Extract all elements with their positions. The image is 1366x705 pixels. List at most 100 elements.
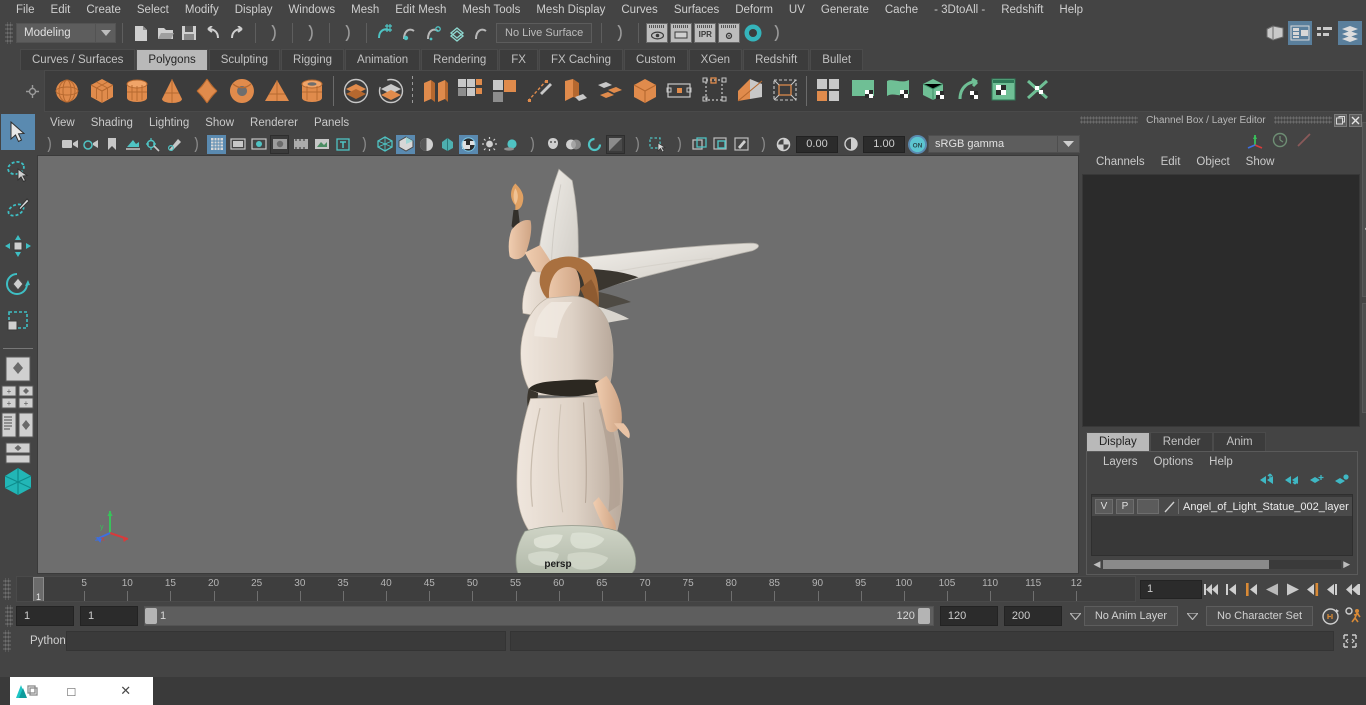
menu-item-uv[interactable]: UV (781, 4, 813, 16)
step-forward-frame-button[interactable] (1302, 578, 1322, 600)
layer-editor-tab-anim[interactable]: Anim (1213, 432, 1266, 451)
live-surface-field[interactable]: No Live Surface (496, 23, 593, 43)
viewport-menu-show[interactable]: Show (197, 117, 242, 129)
go-to-start-button[interactable] (1202, 578, 1222, 600)
poly-separate-icon[interactable] (373, 73, 408, 109)
panel-grip-right[interactable] (1273, 116, 1332, 124)
anim-layer-select[interactable]: No Anim Layer (1083, 606, 1179, 626)
xray-joints-icon[interactable] (312, 135, 331, 154)
playback-start-time-field[interactable]: 1 (80, 606, 138, 626)
shelf-tab-fx-caching[interactable]: FX Caching (538, 49, 624, 70)
channel-box-stroke-icon[interactable] (1293, 129, 1315, 151)
character-set-select[interactable]: No Character Set (1206, 606, 1313, 626)
camera-select-icon[interactable] (60, 135, 79, 154)
exposure-field[interactable]: 0.00 (796, 135, 838, 153)
layer-editor-tab-display[interactable]: Display (1086, 432, 1150, 451)
scroll-left-icon[interactable]: ◀ (1091, 559, 1103, 570)
paint-select-tool[interactable] (1, 190, 35, 226)
uv-unfold-icon[interactable] (951, 73, 986, 109)
exposure-icon[interactable] (774, 135, 793, 154)
range-slider[interactable]: 1 120 (144, 606, 934, 626)
restore-window-button[interactable]: □ (44, 677, 99, 705)
menu-item-mesh[interactable]: Mesh (343, 4, 387, 16)
shelf-tab-animation[interactable]: Animation (345, 49, 421, 70)
selection-mode-object-icon[interactable] (300, 22, 322, 44)
menu-item-display[interactable]: Display (227, 4, 281, 16)
scroll-thumb[interactable] (1103, 560, 1270, 569)
animation-end-time-field[interactable]: 200 (1003, 606, 1062, 626)
gate-mask-icon[interactable] (270, 134, 289, 154)
maya-app-icon[interactable] (10, 682, 44, 700)
menu-item-cache[interactable]: Cache (877, 4, 926, 16)
viewport-menu-lighting[interactable]: Lighting (141, 117, 197, 129)
time-slider-grip[interactable] (3, 578, 11, 600)
use-all-lights-icon[interactable] (480, 135, 499, 154)
two-d-pan-zoom-icon[interactable] (144, 135, 163, 154)
uv-planar-icon[interactable] (811, 73, 846, 109)
go-to-end-button[interactable] (1342, 578, 1362, 600)
poly-cone-icon[interactable] (154, 73, 189, 109)
menu-item-generate[interactable]: Generate (813, 4, 877, 16)
shadows-icon[interactable] (438, 135, 457, 154)
shelf-tab-curves-surfaces[interactable]: Curves / Surfaces (20, 49, 136, 70)
command-line-grip[interactable] (3, 630, 11, 652)
close-window-button[interactable]: ✕ (99, 677, 154, 705)
menu-item-help[interactable]: Help (1051, 4, 1091, 16)
show-hide-attribute-editor-icon[interactable] (1288, 21, 1312, 45)
script-editor-icon[interactable] (1339, 630, 1361, 652)
uv-spherical-icon[interactable] (881, 73, 916, 109)
poly-cylinder-icon[interactable] (119, 73, 154, 109)
step-back-frame-button[interactable] (1242, 578, 1262, 600)
step-back-key-button[interactable] (1222, 578, 1242, 600)
command-output[interactable] (510, 631, 1334, 651)
play-forwards-button[interactable] (1282, 578, 1302, 600)
uv-editor-icon[interactable] (986, 73, 1021, 109)
poly-crease-icon[interactable] (732, 73, 767, 109)
poly-reduce-icon[interactable] (767, 73, 802, 109)
snap-to-view-plane-icon[interactable] (470, 22, 492, 44)
lasso-select-tool[interactable] (1, 152, 35, 188)
show-hide-modeling-toolkit-icon[interactable] (1263, 21, 1287, 45)
shelf-tab-bullet[interactable]: Bullet (810, 49, 864, 70)
poly-sphere-icon[interactable] (49, 73, 84, 109)
side-tab-attribute-editor[interactable]: Attribute Editor (1361, 303, 1366, 413)
grid-toggle-icon[interactable] (207, 134, 226, 154)
render-region-icon[interactable] (670, 23, 693, 43)
character-set-dropdown-icon[interactable] (1184, 612, 1200, 620)
color-management-select[interactable]: sRGB gamma (928, 135, 1058, 153)
move-tool[interactable] (1, 228, 35, 264)
menu-item-mesh-display[interactable]: Mesh Display (528, 4, 613, 16)
poly-pipe-icon[interactable] (294, 73, 329, 109)
hypergraph-persp-layout[interactable] (0, 439, 36, 467)
undo-icon[interactable] (202, 22, 224, 44)
shelf-tab-polygons[interactable]: Polygons (136, 49, 208, 70)
single-perspective-layout[interactable] (0, 355, 36, 383)
save-scene-icon[interactable] (178, 22, 200, 44)
side-tab-channel-box[interactable]: Channel Box / Layer Editor (1361, 122, 1366, 297)
color-management-enabled-icon[interactable]: ON (908, 134, 927, 154)
panel-close-icon[interactable] (1348, 113, 1362, 127)
menu-item-edit-mesh[interactable]: Edit Mesh (387, 4, 454, 16)
poly-platonic-icon[interactable] (189, 73, 224, 109)
auto-keyframe-icon[interactable] (1319, 605, 1341, 627)
current-frame-field[interactable]: 1 (1140, 579, 1202, 599)
show-hide-tool-settings-icon[interactable] (1313, 21, 1337, 45)
shelf-tab-sculpting[interactable]: Sculpting (208, 49, 281, 70)
gamma-icon[interactable] (841, 135, 860, 154)
move-layer-down-icon[interactable] (1284, 473, 1299, 491)
layer-list-scrollbar[interactable]: ◀ ▶ (1091, 558, 1353, 571)
menu-set-dropdown-icon[interactable] (96, 23, 116, 43)
channel-box-menu-object[interactable]: Object (1188, 156, 1237, 168)
poly-fill-hole-icon[interactable] (697, 73, 732, 109)
poly-combine-icon[interactable] (338, 73, 373, 109)
grease-pencil-icon[interactable] (165, 135, 184, 154)
layer-menu-options[interactable]: Options (1146, 456, 1202, 468)
scroll-track[interactable] (1103, 560, 1341, 569)
menu-set-selector[interactable]: Modeling (16, 23, 96, 43)
snapshot-icon[interactable] (690, 135, 709, 154)
smooth-shade-all-icon[interactable] (396, 134, 415, 154)
menu-item-deform[interactable]: Deform (727, 4, 781, 16)
layer-visibility-toggle[interactable]: V (1095, 499, 1113, 514)
channel-box-menu-edit[interactable]: Edit (1153, 156, 1189, 168)
scale-tool[interactable] (1, 304, 35, 340)
